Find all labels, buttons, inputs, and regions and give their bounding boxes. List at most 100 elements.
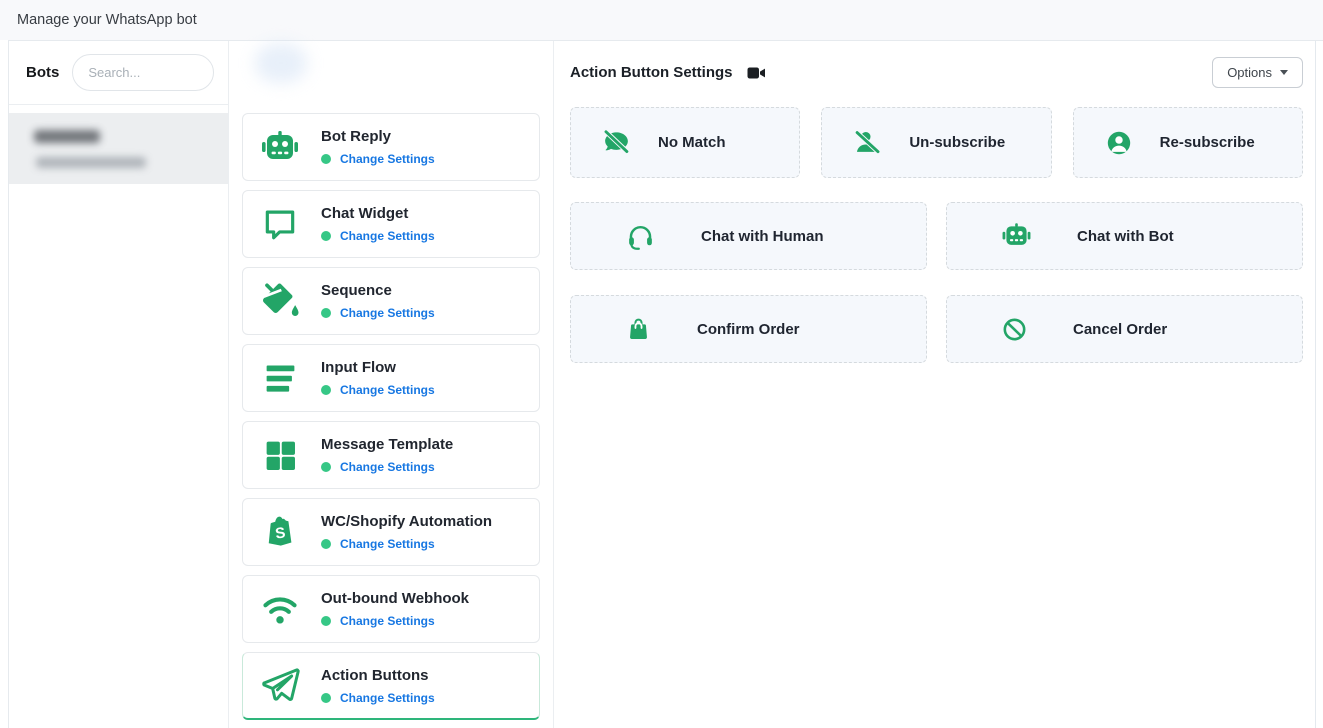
tile-re-subscribe[interactable]: Re-subscribe	[1073, 107, 1303, 178]
robot-icon	[259, 131, 301, 164]
chevron-down-icon	[1280, 70, 1288, 75]
feature-text: Out-bound Webhook Change Settings	[321, 590, 469, 628]
status-dot	[321, 231, 331, 241]
change-settings-link[interactable]: Change Settings	[340, 460, 435, 474]
feature-action-row: Change Settings	[321, 537, 492, 551]
feature-text: Chat Widget Change Settings	[321, 205, 435, 243]
feature-action-row: Change Settings	[321, 306, 435, 320]
tile-row-2: Chat with Human Chat with Bot	[570, 202, 1303, 270]
sidebar-header: Bots	[9, 41, 228, 105]
feature-title: Chat Widget	[321, 205, 435, 222]
tile-label: Confirm Order	[697, 321, 800, 338]
feature-action-row: Change Settings	[321, 383, 435, 397]
robot-icon	[1001, 223, 1032, 249]
change-settings-link[interactable]: Change Settings	[340, 691, 435, 705]
ban-icon	[1001, 316, 1028, 343]
status-dot	[321, 693, 331, 703]
change-settings-link[interactable]: Change Settings	[340, 383, 435, 397]
feature-action-row: Change Settings	[321, 691, 435, 705]
page-title: Manage your WhatsApp bot	[17, 12, 197, 28]
tile-label: No Match	[658, 134, 726, 151]
bots-heading: Bots	[26, 64, 59, 81]
feature-card-bot-reply: Bot Reply Change Settings	[242, 113, 540, 181]
feature-card-chat-widget: Chat Widget Change Settings	[242, 190, 540, 258]
change-settings-link[interactable]: Change Settings	[340, 537, 435, 551]
tile-cancel-order[interactable]: Cancel Order	[946, 295, 1303, 363]
tile-no-match[interactable]: No Match	[570, 107, 800, 178]
feature-card-shopify: S WC/Shopify Automation Change Settings	[242, 498, 540, 566]
shopify-icon: S	[259, 512, 301, 552]
user-circle-icon	[1105, 129, 1133, 157]
paper-plane-icon	[259, 666, 301, 706]
feature-text: Input Flow Change Settings	[321, 359, 435, 397]
feature-card-webhook: Out-bound Webhook Change Settings	[242, 575, 540, 643]
feature-text: WC/Shopify Automation Change Settings	[321, 513, 492, 551]
svg-text:S: S	[274, 524, 286, 542]
wifi-icon	[259, 592, 301, 626]
features-column: Bot Reply Change Settings Chat Widget Ch…	[229, 41, 554, 728]
change-settings-link[interactable]: Change Settings	[340, 306, 435, 320]
feature-title: Message Template	[321, 436, 453, 453]
tile-label: Un-subscribe	[909, 134, 1005, 151]
tile-chat-with-human[interactable]: Chat with Human	[570, 202, 927, 270]
feature-card-action-buttons: Action Buttons Change Settings	[242, 652, 540, 720]
tile-row-1: No Match Un-subscribe Re-subscribe	[570, 107, 1303, 178]
feature-card-message-template: Message Template Change Settings	[242, 421, 540, 489]
feature-text: Sequence Change Settings	[321, 282, 435, 320]
feature-text: Action Buttons Change Settings	[321, 667, 435, 705]
feature-action-row: Change Settings	[321, 229, 435, 243]
status-dot	[321, 308, 331, 318]
paint-fill-icon	[259, 281, 301, 321]
panel-scrollbar-track[interactable]	[1315, 41, 1316, 728]
options-button[interactable]: Options	[1212, 57, 1303, 88]
change-settings-link[interactable]: Change Settings	[340, 614, 435, 628]
grid-icon	[259, 437, 301, 474]
panel-title: Action Button Settings	[570, 64, 732, 81]
blurred-bot-name	[34, 130, 100, 143]
action-button-settings-panel: Action Button Settings Options No Match	[554, 41, 1323, 728]
feature-card-sequence: Sequence Change Settings	[242, 267, 540, 335]
tile-label: Re-subscribe	[1160, 134, 1255, 151]
blurred-bot-number	[36, 157, 146, 168]
status-dot	[321, 539, 331, 549]
feature-title: Bot Reply	[321, 128, 435, 145]
feature-title: Input Flow	[321, 359, 435, 376]
status-dot	[321, 154, 331, 164]
tile-confirm-order[interactable]: Confirm Order	[570, 295, 927, 363]
feature-action-row: Change Settings	[321, 152, 435, 166]
change-settings-link[interactable]: Change Settings	[340, 229, 435, 243]
feature-text: Message Template Change Settings	[321, 436, 453, 474]
main-container: Bots Bot Reply Change Settings	[8, 40, 1323, 728]
action-buttons-grid: No Match Un-subscribe Re-subscribe	[570, 107, 1303, 363]
tile-row-3: Confirm Order Cancel Order	[570, 295, 1303, 363]
video-camera-icon[interactable]	[747, 66, 766, 80]
tile-un-subscribe[interactable]: Un-subscribe	[821, 107, 1051, 178]
tile-label: Chat with Bot	[1077, 228, 1174, 245]
headset-icon	[625, 221, 656, 252]
feature-title: WC/Shopify Automation	[321, 513, 492, 530]
topbar: Manage your WhatsApp bot	[0, 0, 1323, 40]
search-input[interactable]	[72, 54, 214, 91]
bots-sidebar: Bots	[9, 41, 229, 728]
feature-title: Action Buttons	[321, 667, 435, 684]
blurred-avatar-blob	[255, 43, 307, 83]
feature-title: Sequence	[321, 282, 435, 299]
comment-slash-icon	[602, 128, 631, 157]
user-slash-icon	[853, 128, 882, 157]
feature-action-row: Change Settings	[321, 614, 469, 628]
bot-list-item-selected[interactable]	[9, 113, 228, 184]
panel-header: Action Button Settings Options	[570, 57, 1303, 88]
feature-action-row: Change Settings	[321, 460, 453, 474]
tile-label: Chat with Human	[701, 228, 824, 245]
status-dot	[321, 616, 331, 626]
status-dot	[321, 385, 331, 395]
tile-chat-with-bot[interactable]: Chat with Bot	[946, 202, 1303, 270]
change-settings-link[interactable]: Change Settings	[340, 152, 435, 166]
status-dot	[321, 462, 331, 472]
chat-bubble-icon	[259, 205, 301, 243]
feature-title: Out-bound Webhook	[321, 590, 469, 607]
feature-card-input-flow: Input Flow Change Settings	[242, 344, 540, 412]
options-label: Options	[1227, 65, 1272, 80]
feature-text: Bot Reply Change Settings	[321, 128, 435, 166]
align-left-icon	[259, 360, 301, 397]
